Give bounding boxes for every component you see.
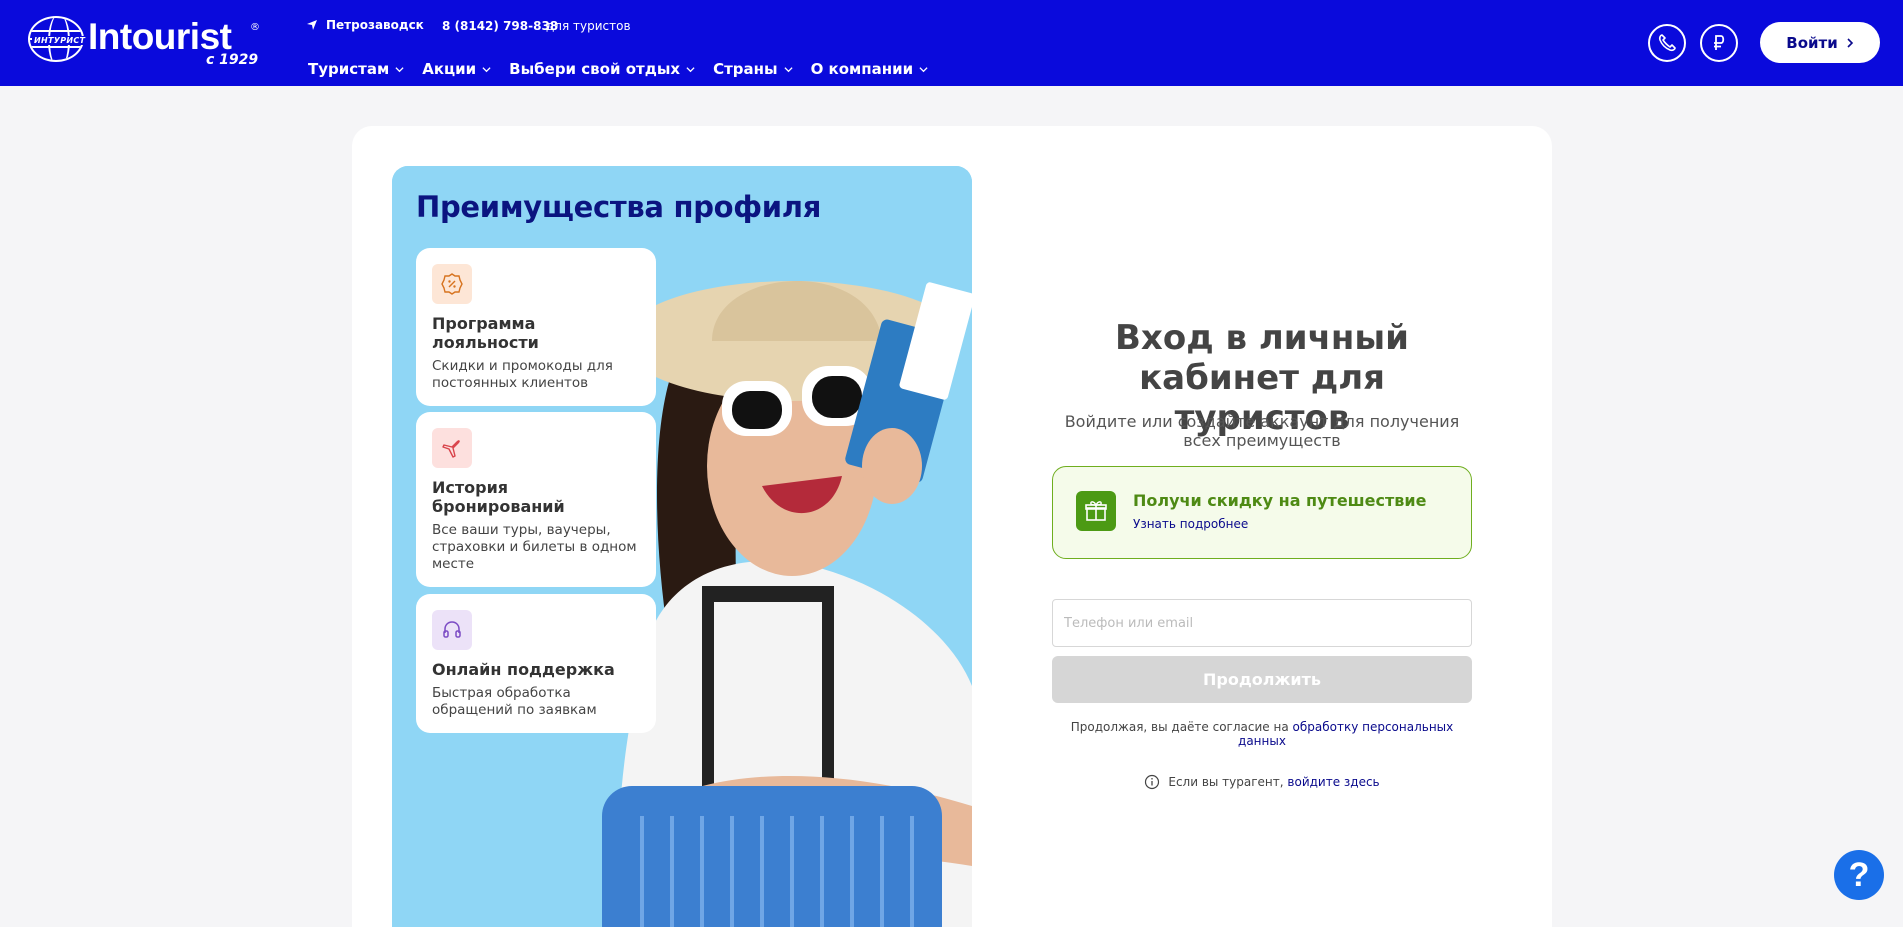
help-button[interactable]: ? bbox=[1834, 850, 1884, 900]
benefit-desc: Все ваши туры, ваучеры, страховки и биле… bbox=[432, 522, 637, 572]
nav-item-label: Акции bbox=[422, 60, 477, 78]
chevron-down-icon bbox=[482, 66, 491, 72]
login-subtitle: Войдите или создайте аккаунт для получен… bbox=[1064, 412, 1460, 450]
benefit-title: Программа лояльности bbox=[432, 314, 539, 352]
discount-title: Получи скидку на путешествие bbox=[1133, 491, 1427, 510]
phone-icon bbox=[1658, 34, 1676, 52]
benefits-title: Преимущества профиля bbox=[416, 190, 822, 224]
ruble-icon bbox=[1714, 35, 1725, 50]
currency-button[interactable] bbox=[1700, 24, 1738, 62]
airplane-icon bbox=[432, 428, 472, 468]
logo-small-text: ИНТУРИСТ bbox=[32, 36, 88, 45]
main-nav: Туристам Акции Выбери свой отдых Страны … bbox=[308, 60, 928, 78]
gift-icon bbox=[1076, 491, 1116, 531]
phone-call-button[interactable] bbox=[1648, 24, 1686, 62]
percent-badge-icon bbox=[432, 264, 472, 304]
intourist-logo[interactable]: ИНТУРИСТ Intourist ® с 1929 bbox=[28, 14, 268, 74]
top-header: ИНТУРИСТ Intourist ® с 1929 Петрозаводск… bbox=[0, 0, 1903, 86]
benefit-desc: Быстрая обработка обращений по заявкам bbox=[432, 685, 597, 718]
nav-item-label: Выбери свой отдых bbox=[509, 60, 681, 78]
phone-note: для туристов bbox=[546, 19, 631, 33]
registered-mark: ® bbox=[250, 22, 260, 33]
consent-text: Продолжая, вы даёте согласие на обработк… bbox=[1052, 720, 1472, 748]
headset-icon bbox=[432, 610, 472, 650]
nav-item-promotions[interactable]: Акции bbox=[422, 60, 491, 78]
location-label: Петрозаводск bbox=[326, 18, 424, 32]
chevron-down-icon bbox=[783, 66, 793, 72]
benefit-card-loyalty: Программа лояльности Скидки и промокоды … bbox=[416, 248, 656, 406]
login-button-label: Войти bbox=[1786, 33, 1838, 52]
nav-item-label: Страны bbox=[713, 60, 778, 78]
benefit-card-bookings: История бронирований Все ваши туры, вауч… bbox=[416, 412, 656, 587]
nav-item-tourists[interactable]: Туристам bbox=[308, 60, 404, 78]
nav-item-label: Туристам bbox=[308, 60, 390, 78]
phone-or-email-input[interactable] bbox=[1052, 599, 1472, 647]
nav-item-countries[interactable]: Страны bbox=[713, 60, 793, 78]
benefit-title: История бронирований bbox=[432, 478, 565, 516]
nav-item-label: О компании bbox=[810, 60, 914, 78]
agent-text: Если вы турагент, bbox=[1168, 775, 1288, 789]
continue-button[interactable]: Продолжить bbox=[1052, 656, 1472, 703]
nav-item-choose-holiday[interactable]: Выбери свой отдых bbox=[509, 60, 695, 78]
benefit-card-support: Онлайн поддержка Быстрая обработка обращ… bbox=[416, 594, 656, 733]
login-button[interactable]: Войти bbox=[1760, 22, 1880, 63]
discount-banner[interactable]: Получи скидку на путешествие Узнать подр… bbox=[1052, 466, 1472, 559]
benefit-title: Онлайн поддержка bbox=[432, 660, 615, 679]
benefits-panel: Преимущества профиля Программа лояльност… bbox=[392, 166, 972, 927]
logo-since: с 1929 bbox=[206, 52, 259, 68]
benefit-desc: Скидки и промокоды для постоянных клиент… bbox=[432, 358, 613, 391]
chevron-down-icon bbox=[686, 66, 695, 72]
info-icon bbox=[1145, 774, 1160, 790]
consent-prefix: Продолжая, вы даёте согласие на bbox=[1070, 720, 1293, 734]
location-selector[interactable]: Петрозаводск bbox=[306, 18, 424, 32]
chevron-down-icon bbox=[395, 66, 404, 72]
agent-login-link[interactable]: войдите здесь bbox=[1287, 775, 1379, 789]
phone-number[interactable]: 8 (8142) 798-838 bbox=[442, 19, 558, 33]
location-arrow-icon bbox=[307, 20, 317, 30]
chevron-right-icon bbox=[1847, 37, 1853, 48]
nav-item-about[interactable]: О компании bbox=[811, 60, 929, 78]
chevron-down-icon bbox=[919, 66, 928, 72]
agent-login-note: Если вы турагент, войдите здесь bbox=[1052, 774, 1472, 790]
discount-learn-more-link[interactable]: Узнать подробнее bbox=[1133, 517, 1248, 531]
